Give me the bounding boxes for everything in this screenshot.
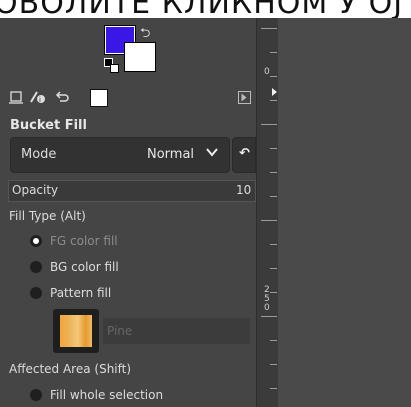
ruler-tick [270,364,277,365]
pattern-preview-button[interactable] [53,309,99,353]
chevron-down-icon [205,144,219,163]
fill-option-label: BG color fill [50,260,119,274]
reset-arrow-icon: ↶ [239,146,250,161]
images-icon[interactable] [90,89,108,107]
swap-colors-icon[interactable]: ⮌ [140,24,150,46]
ruler-pointer-marker [272,88,277,96]
opacity-value: 10 [236,183,252,197]
ruler-tick [270,148,277,149]
ruler-tick [270,292,277,293]
fill-option-label: FG color fill [50,234,118,248]
ruler-tick [270,100,277,101]
pattern-name: Pine [107,324,133,338]
fill-option-label: Pattern fill [50,286,112,300]
ruler-tick [270,244,277,245]
ruler-tick [261,28,277,29]
affected-option-whole-selection[interactable]: Fill whole selection [30,386,163,404]
ruler-tick [270,52,277,53]
ruler-tick [270,268,277,269]
top-text-strip: ОВОЛИТЕ КЛИКНОМ У ОЈ [0,0,411,18]
pattern-name-field: Pine [103,318,250,344]
dock-tabbar: i [6,86,251,110]
opacity-label: Opacity [12,183,59,197]
mode-select[interactable]: Mode Normal [10,137,230,173]
opacity-slider[interactable]: Opacity 10 [8,180,256,202]
ruler-tick [261,220,277,221]
default-colors-icon[interactable] [104,58,119,73]
ruler-label-250: 250 [264,285,270,313]
mode-reset-button[interactable]: ↶ [232,137,256,173]
ruler-tick [270,196,277,197]
radio-icon [30,287,42,299]
radio-icon [30,389,42,401]
fill-option-pattern[interactable]: Pattern fill [30,284,111,302]
affected-option-label: Fill whole selection [50,388,164,402]
panel-menu-icon[interactable] [238,91,251,104]
ruler-tick [261,124,277,125]
ruler-tick [270,340,277,341]
ruler-tick [270,76,277,77]
pattern-swatch [60,315,92,347]
device-status-icon[interactable]: i [28,86,48,108]
mode-value: Normal [147,147,195,162]
vertical-ruler[interactable]: 0 250 [256,18,279,407]
fill-option-bg[interactable]: BG color fill [30,258,119,276]
radio-icon [30,261,42,273]
svg-text:i: i [39,96,41,104]
ruler-tick [270,172,277,173]
radio-icon [30,235,42,247]
ruler-tick [270,388,277,389]
fill-option-fg[interactable]: FG color fill [30,232,118,250]
fill-type-label: Fill Type (Alt) [9,209,86,223]
mode-label: Mode [21,147,57,162]
affected-area-label: Affected Area (Shift) [9,362,132,376]
tool-options-icon[interactable] [6,86,26,108]
background-color-swatch[interactable] [124,42,156,72]
ruler-label-0: 0 [264,67,270,77]
image-canvas[interactable] [278,18,411,407]
undo-history-icon[interactable] [52,86,72,108]
top-text: ОВОЛИТЕ КЛИКНОМ У ОЈ [0,0,404,18]
ruler-tick [261,316,277,317]
tool-title: Bucket Fill [10,118,87,133]
